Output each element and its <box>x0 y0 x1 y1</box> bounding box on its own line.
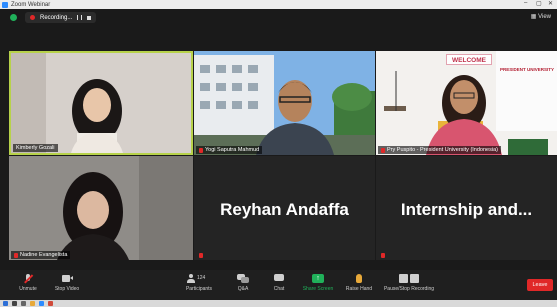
window-title: Zoom Webinar <box>11 1 51 8</box>
minimize-icon[interactable]: – <box>524 0 527 6</box>
raise-hand-icon <box>353 274 365 283</box>
start-icon[interactable] <box>3 301 8 306</box>
pause-recording-icon[interactable] <box>77 15 83 20</box>
video-tile-yogi[interactable]: Yogi Saputra Mahmud <box>194 51 375 155</box>
participants-count: 124 <box>197 275 206 281</box>
record-dot-icon <box>30 15 35 20</box>
muted-mic-icon <box>381 147 385 153</box>
stop-recording-icon[interactable] <box>87 15 92 20</box>
mic-off-icon <box>22 274 34 284</box>
video-tile-nadine[interactable]: Nadine Evangelista <box>9 156 193 260</box>
participant-status <box>378 251 388 259</box>
task-view-icon[interactable] <box>21 301 26 306</box>
file-explorer-icon[interactable] <box>30 301 35 306</box>
video-tile-reyhan[interactable]: Reyhan Andaffa <box>194 156 375 260</box>
yogi-video <box>194 51 375 155</box>
pause-stop-recording-icon <box>399 274 419 283</box>
recording-indicator: Recording... <box>25 12 97 23</box>
participant-name-label: Pry Puspito - President University (Indo… <box>378 146 501 154</box>
chat-button[interactable]: Chat <box>268 274 290 292</box>
participant-status <box>196 251 206 259</box>
meeting-top-bar: Recording... ▦ View <box>0 9 557 26</box>
nadine-video <box>9 156 193 260</box>
recording-label: Recording... <box>40 14 73 21</box>
participant-name-label: Yogi Saputra Mahmud <box>196 146 263 154</box>
kimberly-video <box>11 53 191 153</box>
video-tile-internship[interactable]: Internship and... <box>376 156 557 260</box>
zoom-logo-icon <box>2 1 8 8</box>
video-tile-kimberly[interactable]: Kimberly Gozali <box>9 51 193 155</box>
qa-button[interactable]: Q&A <box>232 274 254 292</box>
qa-icon <box>237 274 249 283</box>
pause-stop-recording-button[interactable]: Pause/Stop Recording <box>380 274 438 292</box>
share-screen-button[interactable]: ↑ Share Screen <box>298 274 338 292</box>
maximize-icon[interactable]: ▢ <box>536 0 542 7</box>
participant-display-name: Reyhan Andaffa <box>220 200 349 219</box>
participant-display-name: Internship and... <box>400 200 533 219</box>
security-shield-icon[interactable] <box>10 14 17 21</box>
unmute-button[interactable]: Unmute <box>12 274 44 292</box>
participants-button[interactable]: 124 Participants <box>180 274 218 292</box>
muted-mic-icon <box>199 252 203 258</box>
stop-video-button[interactable]: Stop Video <box>50 274 84 292</box>
welcome-banner: WELCOME <box>446 54 492 65</box>
video-tile-pry[interactable]: WELCOME PRESIDENT UNIVERSITY Pry Puspito… <box>376 51 557 155</box>
os-taskbar <box>0 300 557 307</box>
zoom-app-icon[interactable] <box>39 301 44 306</box>
participants-icon: 124 <box>187 274 211 283</box>
muted-mic-icon <box>14 252 18 258</box>
close-icon[interactable]: ✕ <box>548 0 553 7</box>
browser-icon[interactable] <box>48 301 53 306</box>
participant-name-label: Nadine Evangelista <box>11 251 71 259</box>
chat-bubble-icon <box>273 274 285 283</box>
share-screen-icon: ↑ <box>312 274 324 283</box>
video-camera-icon <box>61 274 73 283</box>
view-button[interactable]: ▦ View <box>531 13 551 20</box>
leave-button[interactable]: Leave <box>527 279 553 291</box>
meeting-toolbar: Unmute Stop Video 124 Participants Q&A C… <box>0 270 557 300</box>
raise-hand-button[interactable]: Raise Hand <box>342 274 376 292</box>
muted-mic-icon <box>199 147 203 153</box>
muted-mic-icon <box>381 252 385 258</box>
title-bar: Zoom Webinar – ▢ ✕ <box>0 0 557 9</box>
participant-name-label: Kimberly Gozali <box>13 144 58 152</box>
search-icon[interactable] <box>12 301 17 306</box>
university-logo: PRESIDENT UNIVERSITY <box>499 67 554 72</box>
